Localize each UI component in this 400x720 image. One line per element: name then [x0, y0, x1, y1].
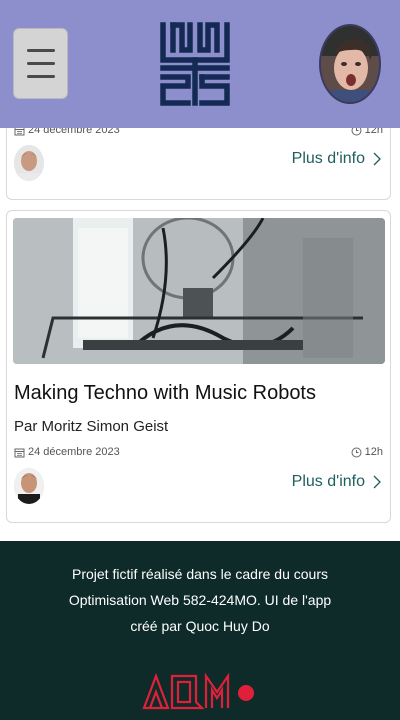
user-avatar[interactable]: [319, 24, 381, 104]
author-photo: [14, 468, 44, 504]
app-header: [0, 0, 400, 128]
event-card[interactable]: Making Techno with Music Robots Par Mori…: [6, 210, 391, 523]
page-footer: Projet fictif réalisé dans le cadre du c…: [0, 541, 400, 720]
author-photo: [14, 145, 44, 181]
event-duration: 12h: [351, 446, 383, 458]
user-photo: [321, 26, 379, 102]
clock-icon: [351, 447, 362, 457]
menu-button[interactable]: [13, 28, 68, 99]
more-info-link[interactable]: Plus d'info: [292, 473, 381, 491]
event-meta: 24 décembre 2023 12h: [14, 446, 383, 458]
menu-icon-bar: [26, 75, 55, 78]
author-avatar: [14, 145, 44, 181]
chevron-right-icon: [373, 475, 381, 489]
event-image[interactable]: [13, 218, 385, 364]
more-info-link[interactable]: Plus d'info: [292, 150, 381, 168]
maze-logo-icon[interactable]: [160, 22, 230, 106]
author-avatar: [14, 468, 44, 504]
music-robots-photo: [13, 218, 385, 364]
more-info-label: Plus d'info: [291, 473, 365, 490]
menu-icon-bar: [26, 62, 55, 65]
footer-line: Optimisation Web 582-424MO. UI de l'app: [68, 592, 332, 608]
event-duration-text: 12h: [364, 446, 383, 458]
aqm-logo[interactable]: [142, 672, 258, 712]
calendar-icon: [14, 448, 25, 457]
event-author: Par Moritz Simon Geist: [14, 418, 169, 435]
footer-line: créé par Quoc Huy Do: [130, 618, 270, 634]
menu-icon-bar: [26, 49, 55, 52]
chevron-right-icon: [373, 152, 381, 166]
event-date-text: 24 décembre 2023: [28, 446, 120, 458]
more-info-label: Plus d'info: [291, 150, 365, 167]
event-title[interactable]: Making Techno with Music Robots: [14, 382, 316, 405]
footer-credits: Projet fictif réalisé dans le cadre du c…: [40, 561, 360, 639]
logo-dot: [238, 685, 254, 701]
event-date: 24 décembre 2023: [14, 446, 120, 458]
footer-line: Projet fictif réalisé dans le cadre du c…: [71, 566, 328, 582]
